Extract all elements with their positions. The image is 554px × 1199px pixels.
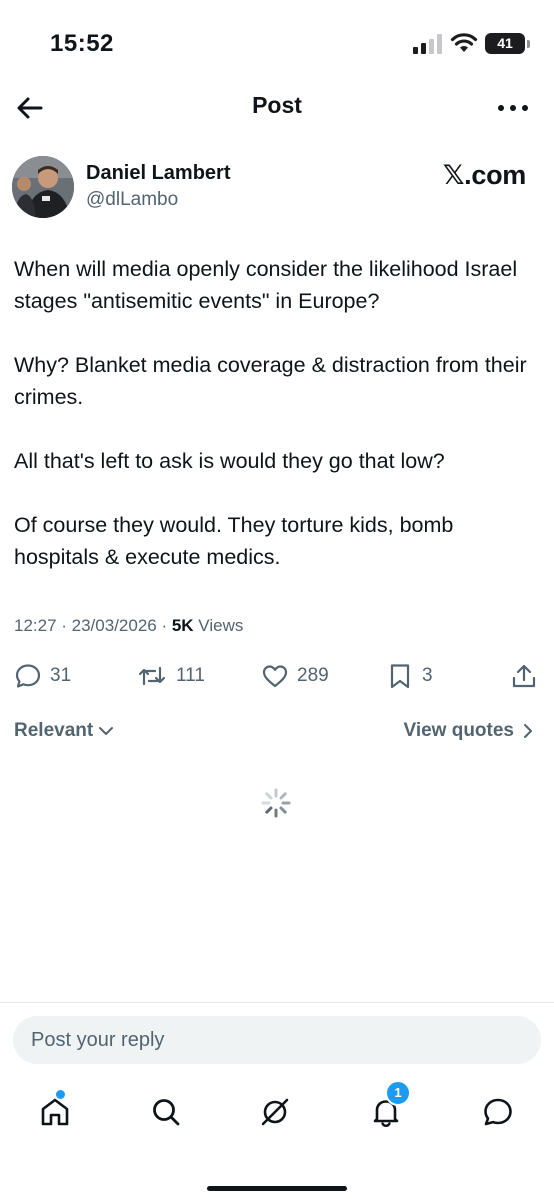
view-quotes-label: View quotes: [403, 720, 514, 741]
bottom-tab-bar: 1: [0, 1080, 554, 1144]
profile-photo-icon: [12, 156, 74, 218]
views-count[interactable]: 5K: [172, 616, 194, 635]
bookmark-count: 3: [422, 665, 433, 686]
post-text: When will media openly consider the like…: [14, 253, 544, 573]
post-paragraph: Of course they would. They torture kids,…: [14, 513, 454, 569]
bookmark-icon: [390, 664, 410, 689]
post-meta: 12:27 · 23/03/2026 · 5K Views: [14, 616, 243, 636]
messages-icon: [484, 1098, 512, 1126]
more-horizontal-icon[interactable]: [496, 92, 530, 124]
views-label: Views: [193, 616, 244, 635]
repost-count: 111: [176, 665, 205, 686]
sort-dropdown[interactable]: Relevant: [14, 720, 115, 742]
cellular-signal-icon: [413, 34, 442, 54]
post-paragraph: All that's left to ask is would they go …: [14, 449, 445, 473]
tab-grok[interactable]: [255, 1092, 295, 1132]
notifications-badge: 1: [385, 1080, 411, 1106]
source-label: 𝕏.com: [442, 160, 527, 190]
sort-label: Relevant: [14, 720, 94, 741]
bookmark-button[interactable]: 3: [386, 656, 433, 696]
home-icon: [41, 1098, 69, 1126]
author-name[interactable]: Daniel Lambert: [86, 162, 230, 185]
repost-button[interactable]: 111: [136, 656, 205, 696]
battery-indicator: 41: [485, 33, 530, 54]
grok-icon: [261, 1098, 289, 1126]
like-button[interactable]: 289: [261, 656, 329, 696]
avatar[interactable]: [12, 156, 74, 218]
reply-box: [13, 1016, 541, 1064]
loading-spinner-icon: [261, 788, 291, 818]
search-icon: [153, 1099, 180, 1126]
home-indicator: [207, 1186, 347, 1191]
tab-home[interactable]: [35, 1090, 75, 1132]
reply-input[interactable]: [13, 1016, 541, 1064]
page-title: Post: [252, 92, 302, 118]
post-actions: 31 111 289 3: [0, 656, 554, 696]
tab-messages[interactable]: [478, 1092, 518, 1132]
home-unread-dot: [56, 1090, 65, 1099]
view-quotes-link[interactable]: View quotes: [403, 720, 536, 742]
tab-notifications[interactable]: 1: [366, 1080, 411, 1132]
chevron-down-icon: [99, 727, 114, 735]
reply-count: 31: [50, 665, 72, 686]
status-time: 15:52: [50, 30, 114, 57]
post-timestamp: 12:27 · 23/03/2026 ·: [14, 616, 172, 635]
author-handle[interactable]: @dlLambo: [86, 189, 178, 211]
divider: [0, 1002, 554, 1003]
tab-search[interactable]: [146, 1092, 186, 1132]
chevron-right-icon: [524, 724, 532, 738]
post-paragraph: Why? Blanket media coverage & distractio…: [14, 353, 527, 409]
heart-icon: [262, 665, 288, 688]
reply-icon: [15, 664, 41, 688]
reply-button[interactable]: 31: [14, 656, 71, 696]
wifi-icon: [450, 33, 478, 52]
post-paragraph: When will media openly consider the like…: [14, 257, 518, 313]
share-icon: [512, 664, 536, 688]
repost-icon: [138, 666, 166, 686]
top-app-bar: Post: [0, 80, 554, 136]
share-button[interactable]: [510, 656, 538, 696]
status-bar: 15:52 41: [0, 0, 554, 80]
like-count: 289: [297, 665, 329, 686]
